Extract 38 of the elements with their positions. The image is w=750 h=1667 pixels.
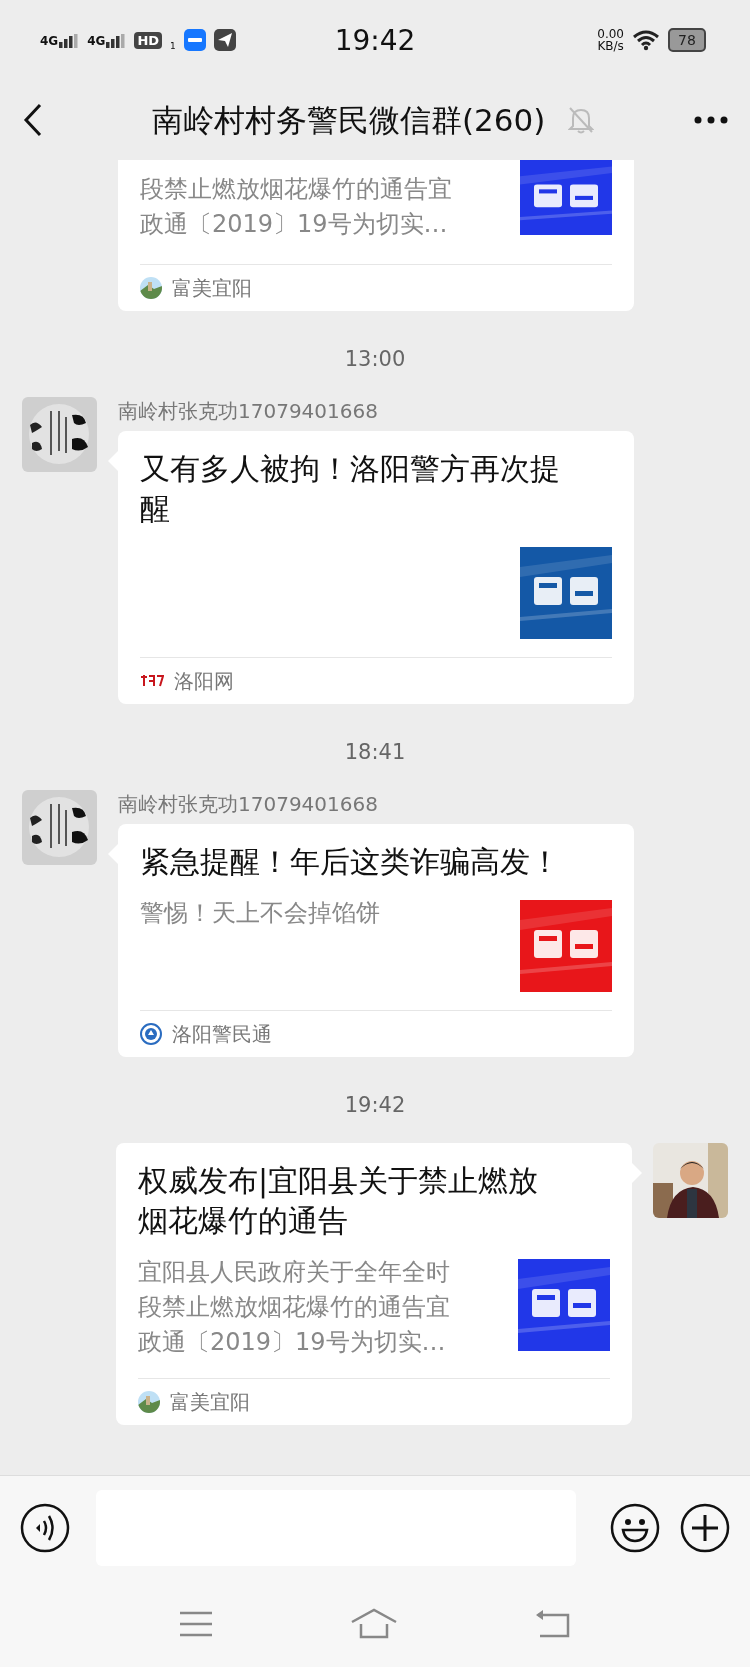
add-icon[interactable] bbox=[680, 1503, 730, 1553]
article-title: 紧急提醒！年后这类诈骗高发！ bbox=[140, 843, 561, 881]
article-summary: 宜阳县人民政府关于全年全时段禁止燃放烟花爆竹的通告宜政通〔2019〕19号为切实… bbox=[138, 1257, 451, 1358]
clock: 19:42 bbox=[334, 24, 416, 57]
battery-indicator: 78 bbox=[668, 28, 706, 52]
timestamp: 19:42 bbox=[344, 1093, 406, 1117]
home-icon[interactable] bbox=[350, 1607, 398, 1640]
app-icon bbox=[183, 29, 206, 51]
source-name: 富美宜阳 bbox=[172, 274, 252, 302]
sim-number: 1 bbox=[170, 41, 176, 51]
source-name: 富美宜阳 bbox=[170, 1388, 250, 1416]
logo-icon bbox=[140, 674, 164, 688]
wifi-icon bbox=[632, 29, 660, 51]
menu-icon[interactable] bbox=[178, 1609, 214, 1638]
more-icon[interactable] bbox=[694, 116, 728, 124]
sender-name: 南岭村张克功17079401668 bbox=[118, 398, 379, 425]
timestamp: 18:41 bbox=[344, 740, 406, 764]
source-name: 洛阳警民通 bbox=[172, 1020, 272, 1048]
article-title: 又有多人被拘！洛阳警方再次提醒 bbox=[140, 450, 561, 528]
article-summary: 段禁止燃放烟花爆竹的通告宜政通〔2019〕19号为切实… bbox=[140, 174, 453, 240]
paper-plane-icon bbox=[213, 29, 236, 51]
sender-name: 南岭村张克功17079401668 bbox=[118, 791, 379, 818]
hd-badge: HD bbox=[134, 31, 163, 49]
back-icon[interactable] bbox=[22, 103, 44, 137]
timestamp: 13:00 bbox=[344, 347, 406, 371]
network-type: 4G bbox=[40, 34, 59, 48]
article-title: 权威发布|宜阳县关于禁止燃放烟花爆竹的通告 bbox=[138, 1162, 540, 1240]
emoji-icon[interactable] bbox=[610, 1503, 660, 1553]
emblem-icon bbox=[140, 1023, 162, 1045]
article-summary: 警惕！天上不会掉馅饼 bbox=[140, 898, 381, 929]
source-name: 洛阳网 bbox=[174, 667, 234, 695]
signal-icon bbox=[59, 34, 80, 48]
signal-icon bbox=[106, 34, 127, 48]
network-type: 4G bbox=[87, 34, 106, 48]
voice-icon[interactable] bbox=[20, 1503, 70, 1553]
article-card[interactable]: 段禁止燃放烟花爆竹的通告宜政通〔2019〕19号为切实… 富美宜阳 bbox=[118, 160, 634, 311]
network-speed: 0.00 KB/s bbox=[597, 28, 624, 52]
chat-title: 南岭村村务警民微信群(260) bbox=[152, 101, 546, 140]
